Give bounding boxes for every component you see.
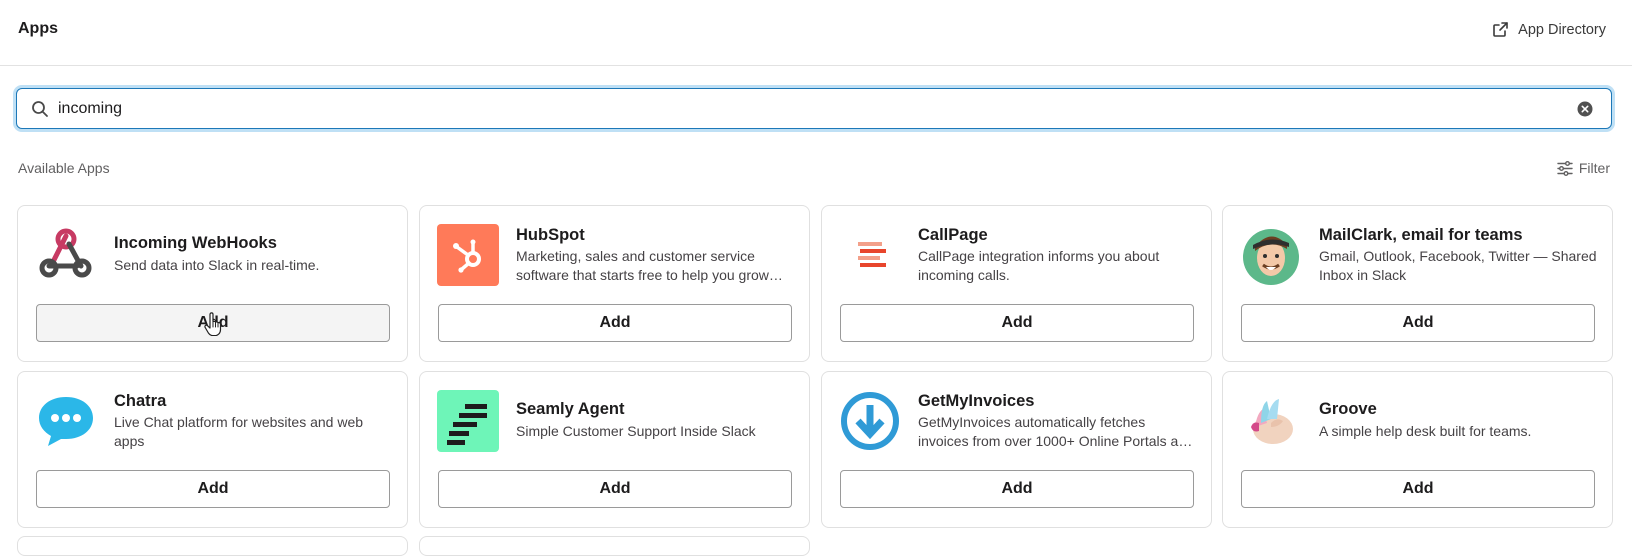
app-header: Apps App Directory	[0, 0, 1632, 66]
hubspot-logo	[437, 224, 499, 286]
app-name: Incoming WebHooks	[114, 234, 277, 252]
add-button[interactable]: Add	[438, 470, 792, 508]
app-card: Seamly Agent Simple Customer Support Ins…	[419, 371, 810, 528]
available-apps-label: Available Apps	[18, 160, 110, 176]
clear-icon[interactable]	[1577, 101, 1593, 117]
app-card-partial	[419, 536, 810, 556]
groove-logo	[1240, 390, 1302, 452]
search-icon	[32, 101, 48, 117]
chatra-logo	[35, 390, 97, 452]
filter-label: Filter	[1578, 160, 1610, 176]
app-name: Chatra	[114, 392, 167, 410]
app-card: MailClark, email for teams Gmail, Outloo…	[1222, 205, 1613, 362]
add-button[interactable]: Add	[1241, 470, 1595, 508]
app-name: MailClark, email for teams	[1319, 226, 1523, 244]
callpage-logo	[839, 224, 901, 286]
app-name: HubSpot	[516, 226, 585, 244]
app-description: Simple Customer Support Inside Slack	[516, 423, 756, 439]
app-directory-label: App Directory	[1518, 21, 1606, 38]
external-link-icon	[1493, 22, 1508, 37]
webhooks-logo	[35, 224, 97, 286]
app-directory-link[interactable]: App Directory	[1492, 21, 1606, 38]
app-card: CallPage CallPage integration informs yo…	[821, 205, 1212, 362]
search-box[interactable]	[16, 88, 1612, 129]
app-card: Chatra Live Chat platform for websites a…	[17, 371, 408, 528]
add-button[interactable]: Add	[840, 470, 1194, 508]
app-description: GetMyInvoices automatically fetches invo…	[918, 414, 1194, 449]
getmyinvoices-logo	[839, 390, 901, 452]
app-description: A simple help desk built for teams.	[1319, 423, 1532, 439]
add-button[interactable]: Add	[36, 470, 390, 508]
app-card: Groove A simple help desk built for team…	[1222, 371, 1613, 528]
app-name: Groove	[1319, 400, 1377, 418]
app-description: Send data into Slack in real-time.	[114, 257, 320, 273]
add-button[interactable]: Add	[840, 304, 1194, 342]
app-name: CallPage	[918, 226, 988, 244]
app-description: CallPage integration informs you about i…	[918, 248, 1160, 283]
app-card: HubSpot Marketing, sales and customer se…	[419, 205, 810, 362]
add-button[interactable]: Add	[1241, 304, 1595, 342]
sliders-icon	[1557, 160, 1573, 176]
mailclark-logo	[1240, 224, 1302, 286]
app-card-partial	[17, 536, 408, 556]
filter-button[interactable]: Filter	[1557, 160, 1610, 176]
app-description: Marketing, sales and customer service so…	[516, 248, 769, 283]
search-input[interactable]	[58, 89, 1548, 128]
app-card: Incoming WebHooks Send data into Slack i…	[17, 205, 408, 362]
app-description: Live Chat platform for websites and web …	[114, 414, 364, 449]
app-name: GetMyInvoices	[918, 392, 1035, 410]
add-button[interactable]: Add	[438, 304, 792, 342]
app-card: GetMyInvoices GetMyInvoices automaticall…	[821, 371, 1212, 528]
hand-cursor-icon	[204, 312, 222, 336]
seamly-logo	[437, 390, 499, 452]
page-title: Apps	[18, 20, 58, 37]
app-description: Gmail, Outlook, Facebook, Twitter — Shar…	[1319, 248, 1597, 283]
app-name: Seamly Agent	[516, 400, 625, 418]
